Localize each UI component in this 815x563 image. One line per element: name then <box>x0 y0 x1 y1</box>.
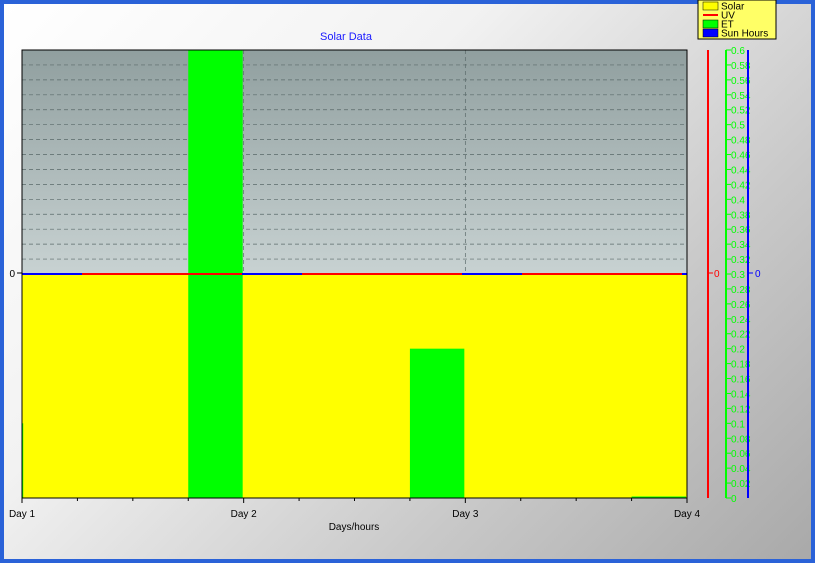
x-axis-label: Days/hours <box>329 522 380 533</box>
legend-swatch-solar <box>702 1 719 11</box>
x-tick-label: Day 4 <box>674 509 701 520</box>
et-tick-label: 0.3 <box>731 270 745 281</box>
legend-label-sun-hours: Sun Hours <box>721 29 768 40</box>
solar-area <box>22 274 687 498</box>
sun-axis-tick-0: 0 <box>755 269 761 280</box>
et-tick-label: 0.2 <box>731 345 745 356</box>
x-tick-label: Day 3 <box>452 509 479 520</box>
legend-swatch-sun-hours <box>702 28 719 38</box>
chart-title: Solar Data <box>320 31 373 43</box>
legend[interactable]: SolarUVETSun Hours <box>697 0 777 40</box>
et-tick-label: 0.1 <box>731 419 745 430</box>
legend-swatch-et <box>702 19 719 29</box>
uv-axis-tick-0: 0 <box>714 269 720 280</box>
et-tick-label: 0.6 <box>731 46 745 57</box>
x-tick-label: Day 1 <box>9 509 36 520</box>
plot-area-upper <box>22 50 687 273</box>
x-axis-ticks: Day 1 Day 2 Day 3 Day 4 <box>9 498 701 520</box>
solar-chart: Solar Data 0 Day 1 Day 2 Day 3 Day 4 Days/h… <box>9 0 777 533</box>
x-tick-label: Day 2 <box>231 509 258 520</box>
et-tick-label: 0.4 <box>731 195 745 206</box>
left-axis-tick-0: 0 <box>9 269 15 280</box>
et-tick-label: 0 <box>731 494 737 505</box>
et-bar-2 <box>409 348 465 498</box>
et-tick-label: 0.5 <box>731 121 745 132</box>
